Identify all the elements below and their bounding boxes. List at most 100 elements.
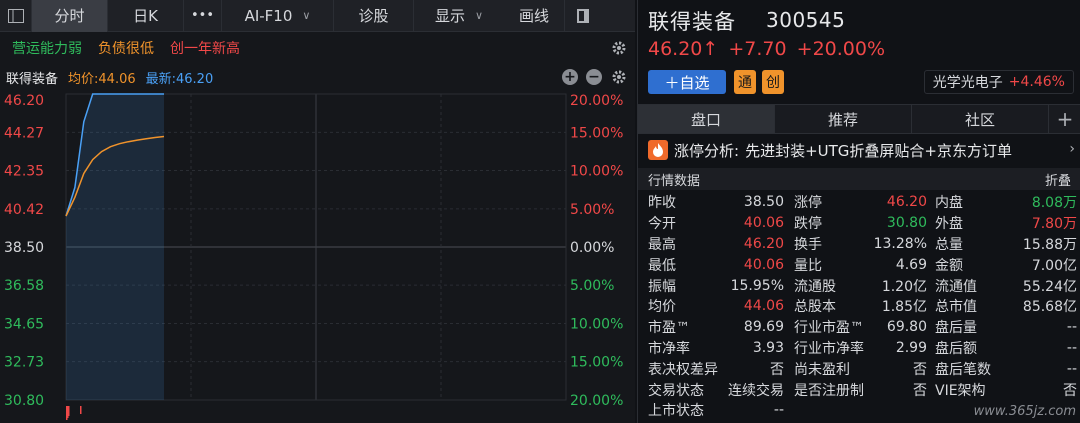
- y-tick-pct-label: 5.00%: [570, 202, 614, 218]
- panel-collapse-icon: [576, 8, 589, 23]
- tag-high[interactable]: 创一年新高: [164, 36, 246, 60]
- table-cell: 表决权差异 否: [638, 359, 788, 379]
- y-tick-label: 40.42: [4, 202, 44, 218]
- tag-operating[interactable]: 营运能力弱: [6, 36, 88, 60]
- field-value: 7.80万: [1031, 216, 1077, 233]
- f10-button[interactable]: AI-F10 ∨: [222, 0, 334, 32]
- add-tab-button[interactable]: +: [1049, 105, 1080, 133]
- diagnose-button[interactable]: 诊股: [334, 0, 414, 32]
- table-cell: 振幅 15.95%: [638, 276, 788, 296]
- news-text: 先进封装+UTG折叠屏贴合+京东方订单: [745, 141, 1012, 160]
- tab-daily-k[interactable]: 日K: [108, 0, 184, 32]
- field-value: 1.85亿: [881, 299, 927, 316]
- field-value: 69.80: [886, 319, 927, 336]
- table-cell: 昨收 38.50: [638, 192, 788, 212]
- field-label: 总量: [935, 236, 963, 253]
- tag-connect[interactable]: 通: [734, 70, 756, 94]
- sector-badge[interactable]: 光学光电子 +4.46%: [923, 70, 1074, 94]
- y-tick-pct-label: 10.00%: [570, 317, 623, 333]
- field-value: --: [1066, 339, 1077, 356]
- field-value: 7.00亿: [1031, 257, 1077, 274]
- collapse-panel-button[interactable]: [564, 0, 600, 32]
- zoom-out-icon[interactable]: −: [586, 69, 602, 85]
- field-value: 否: [1063, 382, 1077, 399]
- field-label: 跌停: [794, 216, 822, 233]
- y-tick-pct-label: 10.00%: [570, 164, 623, 180]
- display-button[interactable]: 显示 ∨: [414, 0, 504, 32]
- table-row: 最低 40.06 量比 4.69 金额 7.00亿: [638, 254, 1080, 275]
- table-row: 昨收 38.50 涨停 46.20 内盘 8.08万: [638, 192, 1080, 213]
- table-cell: 涨停 46.20: [788, 192, 931, 212]
- field-value: 否: [770, 361, 784, 378]
- field-label: 最高: [648, 236, 676, 253]
- table-cell: 上市状态 --: [638, 400, 788, 420]
- field-value: 55.24亿: [1022, 278, 1077, 295]
- table-cell: 今开 40.06: [638, 213, 788, 233]
- intraday-chart[interactable]: 46.20 20.00% 44.27 15.00% 42.35 10.00% 40.42 5.…: [0, 88, 635, 423]
- table-cell: 市净率 3.93: [638, 338, 788, 358]
- section-title: 行情数据: [648, 173, 701, 189]
- field-value: 38.50: [743, 194, 784, 211]
- table-row: 振幅 15.95% 流通股 1.20亿 流通值 55.24亿: [638, 275, 1080, 296]
- chevron-down-icon: ∨: [474, 9, 484, 22]
- tab-community[interactable]: 社区: [912, 105, 1049, 133]
- y-tick-label: 42.35: [4, 164, 44, 180]
- zoom-in-icon[interactable]: +: [562, 69, 578, 85]
- field-label: 尚未盈利: [794, 361, 850, 378]
- tag-gem[interactable]: 创: [762, 70, 784, 94]
- y-tick-label: 44.27: [4, 125, 44, 141]
- field-value: 2.99: [895, 339, 927, 356]
- field-label: 盘后笔数: [935, 361, 991, 378]
- field-value: 46.20: [886, 194, 927, 211]
- table-cell: 盘后笔数 --: [931, 359, 1080, 379]
- field-value: 4.69: [895, 256, 927, 273]
- chevron-right-icon: ›: [1069, 141, 1075, 157]
- field-value: 8.08万: [1031, 195, 1077, 212]
- market-data-header: 行情数据 折叠: [638, 168, 1080, 190]
- table-cell: 流通值 55.24亿: [931, 276, 1080, 296]
- field-label: 内盘: [935, 195, 963, 212]
- volume-bar: [80, 406, 82, 414]
- collapse-button[interactable]: 折叠: [1045, 170, 1071, 189]
- table-cell: 盘后额 --: [931, 338, 1080, 358]
- tab-orderbook[interactable]: 盘口: [638, 105, 775, 133]
- field-value: 15.95%: [730, 277, 784, 294]
- draw-line-button[interactable]: 画线: [504, 0, 564, 32]
- field-label: 交易状态: [648, 382, 704, 399]
- field-label: 上市状态: [648, 403, 704, 420]
- field-label: VIE架构: [935, 382, 986, 399]
- legend-last-price: 最新:46.20: [145, 71, 214, 87]
- tab-timeshare[interactable]: 分时: [32, 0, 108, 32]
- tab-recommend[interactable]: 推荐: [775, 105, 912, 133]
- gear-icon[interactable]: [611, 69, 627, 85]
- stock-tags: 营运能力弱 负债很低 创一年新高: [0, 33, 635, 63]
- field-label: 振幅: [648, 278, 676, 295]
- field-label: 流通股: [794, 278, 836, 295]
- table-cell: VIE架构 否: [931, 380, 1080, 400]
- more-button[interactable]: •••: [184, 0, 222, 32]
- window-toggle-button[interactable]: [0, 0, 32, 32]
- field-label: 总股本: [794, 299, 836, 316]
- table-row: 最高 46.20 换手 13.28% 总量 15.88万: [638, 234, 1080, 255]
- sector-name: 光学光电子: [932, 75, 1003, 91]
- field-value: --: [1066, 360, 1077, 377]
- table-row: 今开 40.06 跌停 30.80 外盘 7.80万: [638, 213, 1080, 234]
- limit-up-analysis[interactable]: 涨停分析: 先进封装+UTG折叠屏贴合+京东方订单 ›: [638, 137, 1080, 163]
- field-value: 44.06: [743, 298, 784, 315]
- table-cell: 尚未盈利 否: [788, 359, 931, 379]
- chart-toolbar: 分时 日K ••• AI-F10 ∨ 诊股 显示 ∨ 画线: [0, 0, 635, 32]
- field-value: 3.93: [752, 339, 784, 356]
- tag-debt[interactable]: 负债很低: [92, 36, 160, 60]
- table-cell: 行业市净率 2.99: [788, 338, 931, 358]
- field-value: 46.20: [743, 235, 784, 252]
- y-tick-label: 30.80: [4, 393, 44, 409]
- add-watchlist-button[interactable]: ＋自选: [648, 70, 726, 94]
- gear-icon[interactable]: [611, 40, 627, 56]
- field-label: 最低: [648, 257, 676, 274]
- y-tick-label: 36.58: [4, 278, 44, 294]
- y-tick-label: 46.20: [4, 93, 44, 109]
- window-icon: [7, 8, 24, 23]
- legend-avg-price: 均价:44.06: [68, 71, 136, 87]
- table-cell: 交易状态 连续交易: [638, 380, 788, 400]
- field-label: 金额: [935, 257, 963, 274]
